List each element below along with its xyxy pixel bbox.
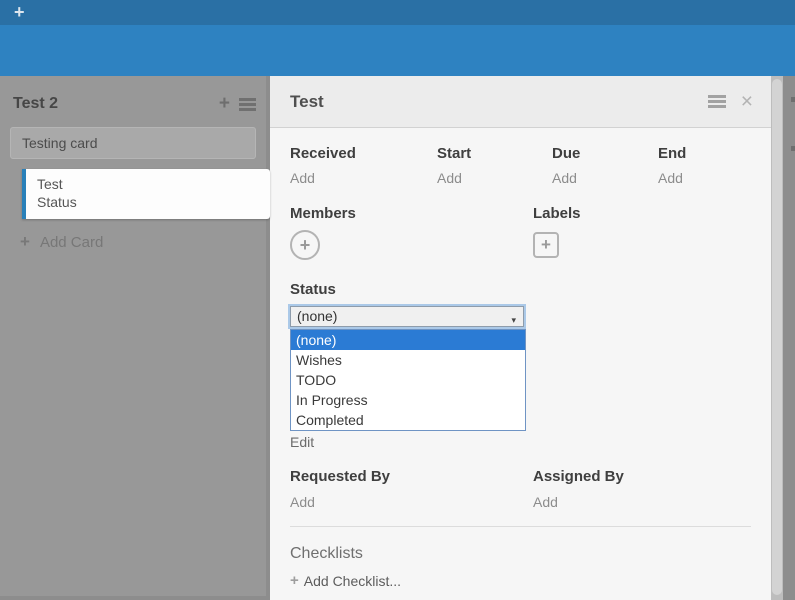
card-test-status[interactable]: Test Status (22, 169, 270, 219)
status-dropdown: (none) Wishes TODO In Progress Completed (290, 329, 526, 431)
members-labels-row: Members + Labels + (290, 205, 751, 260)
add-member-button[interactable]: + (290, 230, 320, 260)
list-menu-icon[interactable] (239, 98, 256, 111)
board-header-bar (0, 25, 795, 76)
card-menu-icon[interactable] (708, 95, 726, 108)
status-option-none[interactable]: (none) (291, 330, 525, 350)
members-label: Members (290, 205, 533, 222)
panel-scrollbar-track (771, 76, 783, 600)
list-title: Test 2 (10, 95, 219, 113)
checklists-title: Checklists (290, 545, 751, 563)
end-add-link[interactable]: Add (658, 170, 751, 186)
add-label-button[interactable]: + (533, 232, 559, 258)
received-label: Received (290, 145, 437, 162)
card-detail-panel: Test × Received Add Start Add Due Add (270, 76, 771, 600)
requested-by-label: Requested By (290, 468, 533, 485)
add-checklist-button[interactable]: + Add Checklist... (290, 572, 751, 589)
section-divider (290, 526, 751, 527)
requested-assigned-row: Requested By Add Assigned By Add (290, 468, 751, 510)
assigned-by-add-link[interactable]: Add (533, 494, 751, 510)
start-add-link[interactable]: Add (437, 170, 552, 186)
add-board-icon[interactable]: + (14, 2, 25, 23)
due-label: Due (552, 145, 658, 162)
status-select[interactable]: (none) ▾ (290, 306, 524, 327)
status-option-completed[interactable]: Completed (291, 410, 525, 430)
plus-icon: + (300, 235, 311, 256)
next-list-peek-icon (791, 97, 795, 102)
panel-scrollbar-thumb[interactable] (772, 79, 782, 595)
add-checklist-label: Add Checklist... (304, 573, 401, 589)
chevron-down-icon: ▾ (511, 311, 516, 330)
due-add-link[interactable]: Add (552, 170, 658, 186)
next-list-peek-icon (791, 146, 795, 151)
status-label: Status (290, 281, 751, 298)
end-label: End (658, 145, 751, 162)
list-add-card-icon[interactable]: + (219, 97, 230, 111)
card-title: Test (290, 92, 708, 112)
status-option-wishes[interactable]: Wishes (291, 350, 525, 370)
dates-row: Received Add Start Add Due Add End Add (290, 145, 751, 186)
labels-label: Labels (533, 205, 751, 222)
board-canvas: Test 2 + Testing card Test Status + Add … (0, 76, 795, 600)
assigned-by-label: Assigned By (533, 468, 751, 485)
top-bar: + (0, 0, 795, 25)
plus-icon: + (541, 235, 551, 255)
add-card-label: Add Card (40, 234, 103, 251)
status-option-in-progress[interactable]: In Progress (291, 390, 525, 410)
card-testing-card[interactable]: Testing card (10, 127, 256, 159)
requested-by-add-link[interactable]: Add (290, 494, 533, 510)
close-icon[interactable]: × (741, 94, 753, 110)
start-label: Start (437, 145, 552, 162)
list-test-2: Test 2 + Testing card Test Status + Add … (0, 76, 266, 596)
plus-icon: + (290, 572, 299, 589)
status-selected-value: (none) (297, 308, 337, 324)
plus-icon: + (20, 232, 30, 252)
status-edit-link[interactable]: Edit (290, 434, 320, 450)
panel-header: Test × (270, 76, 771, 128)
received-add-link[interactable]: Add (290, 170, 437, 186)
add-card-button[interactable]: + Add Card (10, 232, 256, 252)
status-option-todo[interactable]: TODO (291, 370, 525, 390)
list-header: Test 2 + (10, 76, 256, 113)
